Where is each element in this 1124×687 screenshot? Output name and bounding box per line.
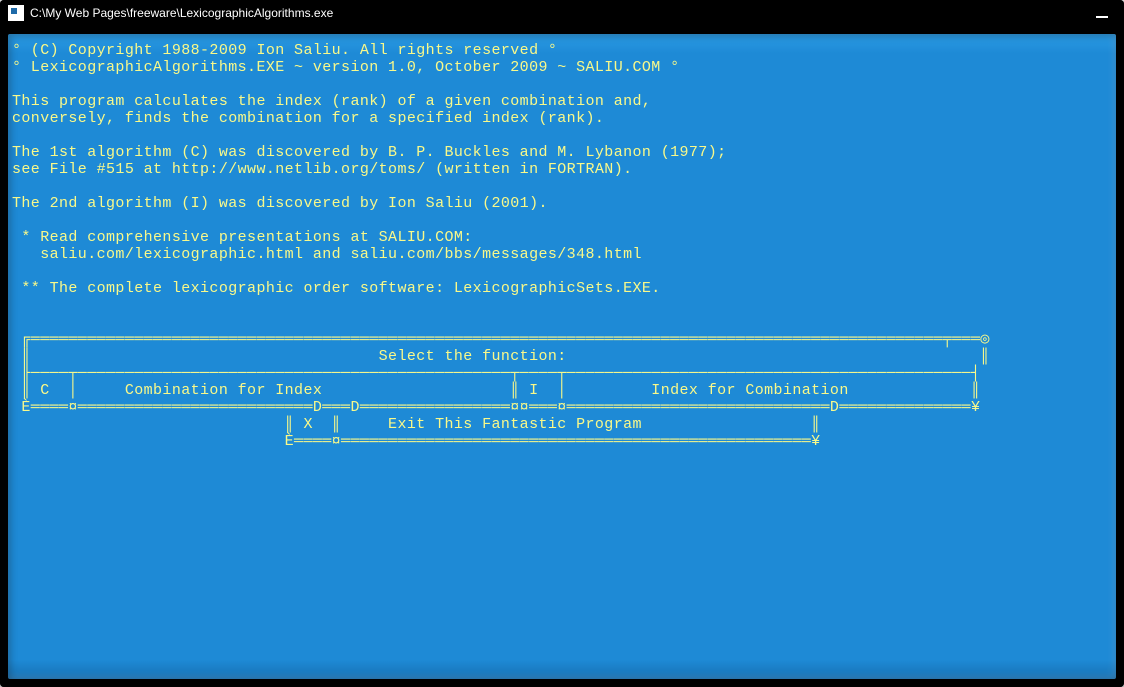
app-icon bbox=[8, 5, 24, 21]
copyright-line: ° (C) Copyright 1988-2009 Ion Saliu. All… bbox=[12, 42, 557, 59]
menu-box-top: ╔═══════════════════════════════════════… bbox=[12, 331, 990, 348]
application-window: C:\My Web Pages\freeware\LexicographicAl… bbox=[0, 0, 1124, 687]
description-line-1: This program calculates the index (rank)… bbox=[12, 93, 651, 110]
description-line-2: conversely, finds the combination for a … bbox=[12, 110, 604, 127]
title-bar[interactable]: C:\My Web Pages\freeware\LexicographicAl… bbox=[0, 0, 1124, 26]
menu-header-row: ║ Select the function: ║ bbox=[12, 348, 990, 365]
console-frame: ° (C) Copyright 1988-2009 Ion Saliu. All… bbox=[0, 26, 1124, 687]
menu-box-sep1: ╟────┬──────────────────────────────────… bbox=[12, 365, 980, 382]
minimize-button[interactable] bbox=[1088, 3, 1116, 23]
console-output[interactable]: ° (C) Copyright 1988-2009 Ion Saliu. All… bbox=[8, 34, 1116, 679]
window-title: C:\My Web Pages\freeware\LexicographicAl… bbox=[30, 6, 1088, 20]
algorithm-2-line: The 2nd algorithm (I) was discovered by … bbox=[12, 195, 548, 212]
algorithm-1-line-b: see File #515 at http://www.netlib.org/t… bbox=[12, 161, 633, 178]
menu-box-bottom: È════¤══════════════════════════════════… bbox=[12, 433, 821, 450]
version-line: ° LexicographicAlgorithms.EXE ~ version … bbox=[12, 59, 680, 76]
algorithm-1-line-a: The 1st algorithm (C) was discovered by … bbox=[12, 144, 727, 161]
read-line-2: saliu.com/lexicographic.html and saliu.c… bbox=[12, 246, 642, 263]
read-line-1: * Read comprehensive presentations at SA… bbox=[12, 229, 473, 246]
menu-box-sep2: È════¤═════════════════════════D═══D════… bbox=[12, 399, 980, 416]
menu-option-row-2[interactable]: ║ X ║ Exit This Fantastic Program ║ bbox=[12, 416, 821, 433]
complete-software-line: ** The complete lexicographic order soft… bbox=[12, 280, 661, 297]
menu-option-row-1[interactable]: ║ C │ Combination for Index ║ I │ Index … bbox=[12, 382, 980, 399]
